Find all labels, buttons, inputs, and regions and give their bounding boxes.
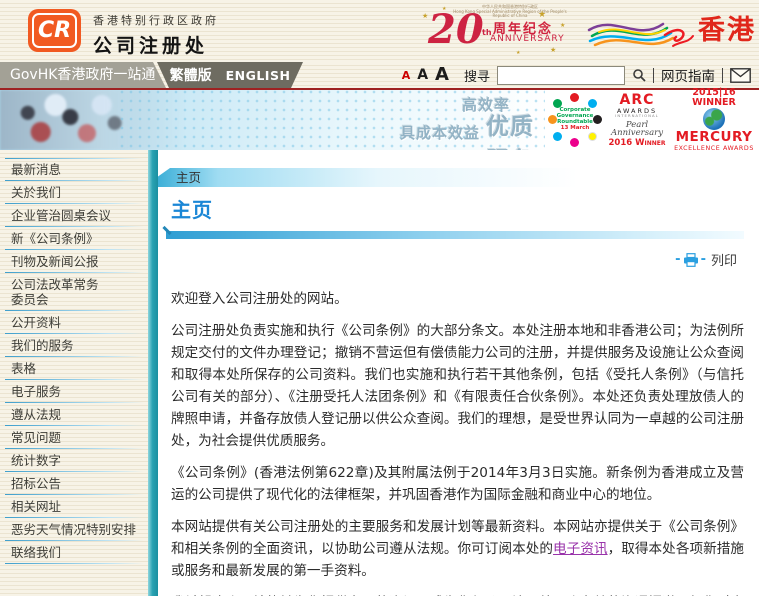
sidebar-item-e-services[interactable]: 电子服务: [0, 380, 148, 403]
body-text: 欢迎登入公司注册处的网站。 公司注册处负责实施和执行《公司条例》的大部分条文。本…: [171, 288, 744, 596]
traditional-chinese-link[interactable]: 繁體版: [170, 65, 212, 85]
sidebar-item-publications-press[interactable]: 刊物及新闻公报: [0, 250, 148, 273]
sidebar-item-about-us[interactable]: 关於我们: [0, 181, 148, 204]
sidebar-item-forms[interactable]: 表格: [0, 357, 148, 380]
search-label: 搜寻: [463, 69, 490, 85]
font-size-medium-button[interactable]: A: [417, 68, 428, 82]
hk-brand-text: 香港: [698, 15, 756, 46]
divider: [653, 67, 654, 83]
roundtable-dot-icon: [553, 132, 562, 141]
e-newsletter-link[interactable]: 电子资讯: [553, 541, 608, 557]
govhk-link[interactable]: GovHK香港政府一站通: [0, 62, 170, 88]
star-icon: [560, 22, 565, 29]
department-title-block: 香港特别行政区政府 公司注册处: [93, 12, 219, 58]
anniversary-logo: 中华人民共和国香港特别行政区 Hong Kong Special Adminis…: [420, 2, 580, 60]
star-icon: [550, 46, 556, 54]
sidebar: 最新消息 关於我们 企业管治圆桌会议 新《公司条例》 刊物及新闻公报 公司法改革…: [0, 150, 148, 596]
government-line: 香港特别行政区政府: [93, 14, 219, 27]
roundtable-dot-icon: [588, 132, 597, 141]
paragraph-website-info: 本网站提供有关公司注册处的主要服务和发展计划等最新资料。本网站亦提供关于《公司条…: [171, 516, 744, 582]
star-icon: [516, 50, 520, 56]
star-icon: [442, 6, 446, 12]
mercury-award-logo: 2015|16 WINNER MERCURY EXCELLENCE AWARDS: [672, 88, 756, 152]
sidebar-item-faq[interactable]: 常见问题: [0, 426, 148, 449]
print-link[interactable]: - - 列印: [675, 250, 737, 269]
cr-logo-text: CR: [37, 18, 72, 43]
print-label: 列印: [710, 254, 737, 269]
slogan-quality: 优质服务: [486, 114, 534, 150]
paragraph-responsibilities: 公司注册处负责实施和执行《公司条例》的大部分条文。本处注册本地和非香港公司；为法…: [171, 323, 744, 449]
sidebar-item-contact-us[interactable]: 联络我们: [0, 541, 148, 564]
header: CR 香港特别行政区政府 公司注册处 中华人民共和国香港特别行政区 Hong K…: [0, 0, 759, 62]
sidebar-item-latest-news[interactable]: 最新消息: [0, 158, 148, 181]
page: CR 香港特别行政区政府 公司注册处 中华人民共和国香港特别行政区 Hong K…: [0, 0, 759, 596]
sidebar-item-compliance[interactable]: 遵从法规: [0, 403, 148, 426]
main-content: 主页 主页 - - 列印 欢迎登入公司注册处的网站。 公司注册处负责实施和执行《…: [158, 150, 759, 596]
search-input[interactable]: [497, 65, 625, 85]
star-icon: [538, 10, 546, 20]
roundtable-dot-icon: [570, 138, 579, 147]
roundtable-award-logo: Corporate Governance Roundtable 13 March: [548, 93, 602, 147]
divider: [722, 67, 723, 83]
brand-hk-dragon-icon: [587, 22, 694, 47]
sidebar-item-bad-weather-arrangements[interactable]: 恶劣天气情况特别安排: [0, 518, 148, 541]
arc-award-line3: 2016 Winner: [608, 137, 666, 148]
banner-background: 高效率 优质服务 具成本效益: [0, 90, 545, 150]
mercury-award-line1: 2015|16 WINNER: [692, 87, 736, 108]
navbar-tools: A A A 搜寻 网页指南: [402, 62, 751, 88]
roundtable-dot-icon: [570, 93, 579, 102]
font-size-small-button[interactable]: A: [402, 70, 411, 81]
sidebar-item-statistics[interactable]: 统计数字: [0, 449, 148, 472]
breadcrumb-home[interactable]: 主页: [176, 170, 201, 185]
arc-award-name3: INTERNATIONAL: [615, 113, 659, 119]
roundtable-award-text: Corporate Governance Roundtable 13 March: [556, 107, 594, 131]
sidebar-item-corporate-governance-roundtable[interactable]: 企业管治圆桌会议: [0, 204, 148, 227]
slogan-cost: 具成本效益: [400, 124, 481, 142]
sidebar-menu: 最新消息 关於我们 企业管治圆桌会议 新《公司条例》 刊物及新闻公报 公司法改革…: [0, 158, 148, 564]
paragraph-ordinance: 《公司条例》(香港法例第622章)及其附属法例于2014年3月3日实施。新条例为…: [171, 465, 744, 503]
arc-award-logo: ARC AWARDS INTERNATIONAL Pearl Anniversa…: [604, 93, 670, 148]
sitemap-link[interactable]: 网页指南: [661, 65, 715, 85]
arc-award-name: ARC: [619, 91, 655, 108]
paragraph-welcome: 欢迎登入公司注册处的网站。: [171, 291, 348, 307]
print-dash: -: [675, 252, 681, 267]
search-icon[interactable]: [632, 68, 646, 82]
printer-icon: [683, 252, 698, 267]
sidebar-content-divider: [148, 150, 158, 596]
title-divider: [166, 231, 744, 239]
sidebar-item-our-services[interactable]: 我们的服务: [0, 334, 148, 357]
english-link[interactable]: ENGLISH: [226, 68, 291, 83]
email-icon[interactable]: [730, 67, 751, 83]
sidebar-item-tender-notices[interactable]: 招标公告: [0, 472, 148, 495]
breadcrumb: 主页: [158, 168, 748, 187]
banner: 高效率 优质服务 具成本效益 Corporate Governance Roun…: [0, 88, 759, 152]
sidebar-item-new-companies-ordinance[interactable]: 新《公司条例》: [0, 227, 148, 250]
sidebar-item-public-information[interactable]: 公开资料: [0, 311, 148, 334]
star-icon: [422, 12, 428, 20]
sidebar-item-related-links[interactable]: 相关网址: [0, 495, 148, 518]
font-size-large-button[interactable]: A: [435, 66, 449, 84]
print-dash: -: [700, 252, 706, 267]
globe-icon: [703, 108, 725, 131]
arc-award-line2: Pearl Anniversary: [611, 119, 663, 139]
sidebar-item-standing-committee[interactable]: 公司法改革常务 委员会: [0, 273, 148, 311]
anniversary-label-en: ANNIVERSARY: [490, 34, 565, 44]
award-logos: Corporate Governance Roundtable 13 March…: [545, 88, 759, 152]
cr-logo-frame: CR: [32, 13, 77, 48]
paragraph-feedback: 我希望这个网站能够为你提供有用的资讯，成为你与公司注册处一个有效的沟通渠道。如你…: [171, 592, 744, 596]
department-name: 公司注册处: [93, 35, 209, 57]
mercury-award-line2: MERCURY: [675, 129, 753, 146]
top-navbar: GovHK香港政府一站通 繁體版 ENGLISH A A A 搜寻 网页指南: [0, 62, 759, 88]
anniversary-number: 20: [428, 6, 484, 53]
language-switch: 繁體版 ENGLISH: [157, 62, 303, 88]
cr-logo[interactable]: CR: [28, 9, 81, 52]
page-title: 主页: [171, 198, 213, 222]
